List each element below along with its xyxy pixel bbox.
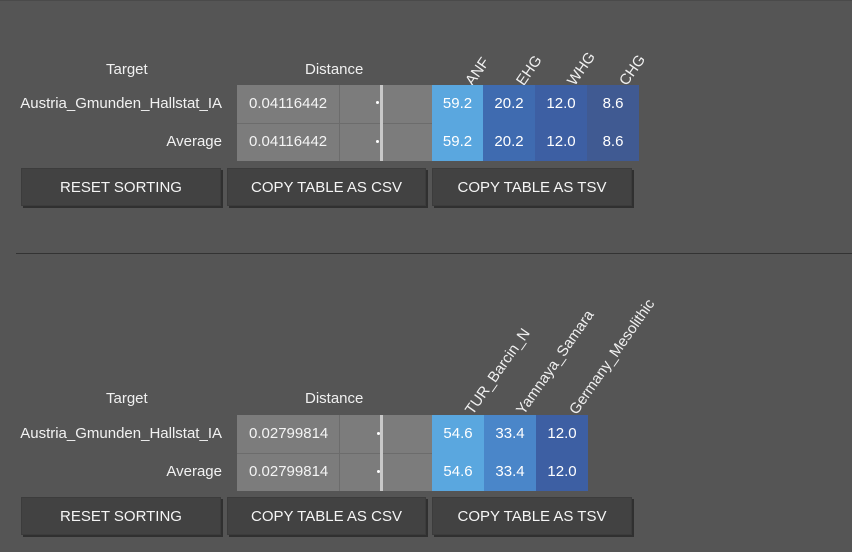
table1-row1-chg-cell: 8.6 [587, 85, 639, 123]
table2-row1-yamnaya-samara-cell: 33.4 [484, 415, 536, 453]
table1-copy-csv-button[interactable]: COPY TABLE AS CSV [227, 168, 426, 206]
table1-col-header-ehg[interactable]: EHG [513, 52, 546, 88]
table1-col-header-anf[interactable]: ANF [462, 54, 493, 88]
table1-copy-tsv-button[interactable]: COPY TABLE AS TSV [432, 168, 632, 206]
table1-col-header-whg[interactable]: WHG [564, 49, 599, 89]
table2-copy-csv-button[interactable]: COPY TABLE AS CSV [227, 497, 426, 535]
table2-distance-bar [380, 415, 383, 491]
top-edge [0, 0, 852, 1]
table2-row2-name: Average [166, 463, 222, 480]
table1-row2-ehg-cell: 20.2 [483, 123, 535, 161]
table2-row1-distance: 0.02799814 [249, 425, 329, 442]
table2-target-header[interactable]: Target [106, 390, 148, 407]
table2-row2-tur-barcin-n-cell: 54.6 [432, 453, 484, 491]
table1-row2-chg-cell: 8.6 [587, 123, 639, 161]
table1-row2-anf-cell: 59.2 [432, 123, 483, 161]
page: Target Distance ANF EHG WHG CHG Austria_… [0, 0, 852, 552]
table1-row1-anf-cell: 59.2 [432, 85, 483, 123]
table2-row1-name: Austria_Gmunden_Hallstat_IA [20, 425, 222, 442]
table1-row1-distance: 0.04116442 [249, 95, 328, 112]
table1-target-header[interactable]: Target [106, 61, 148, 78]
table2-distance-header[interactable]: Distance [305, 390, 363, 407]
table2-row2-distance: 0.02799814 [249, 463, 329, 480]
section-separator [16, 253, 852, 254]
table1-row1-ehg-cell: 20.2 [483, 85, 535, 123]
table1-row1-whg-cell: 12.0 [535, 85, 587, 123]
table1-row2-name: Average [166, 133, 222, 150]
table1-row2-distance: 0.04116442 [249, 133, 328, 150]
table1-row2-distance-marker [376, 140, 379, 143]
table2-row1-germany-mesolithic-cell: 12.0 [536, 415, 588, 453]
table2-row1-tur-barcin-n-cell: 54.6 [432, 415, 484, 453]
table1-reset-sorting-button[interactable]: RESET SORTING [21, 168, 221, 206]
table1-col-header-chg[interactable]: CHG [616, 52, 649, 89]
table2-copy-tsv-button[interactable]: COPY TABLE AS TSV [432, 497, 632, 535]
table1-row2-whg-cell: 12.0 [535, 123, 587, 161]
table1-distance-bar [380, 85, 383, 161]
table2-row2-germany-mesolithic-cell: 12.0 [536, 453, 588, 491]
table2-reset-sorting-button[interactable]: RESET SORTING [21, 497, 221, 535]
table1-row1-distance-marker [376, 101, 379, 104]
table1-row1-name: Austria_Gmunden_Hallstat_IA [20, 95, 222, 112]
table1-distance-header[interactable]: Distance [305, 61, 363, 78]
table2-row2-yamnaya-samara-cell: 33.4 [484, 453, 536, 491]
